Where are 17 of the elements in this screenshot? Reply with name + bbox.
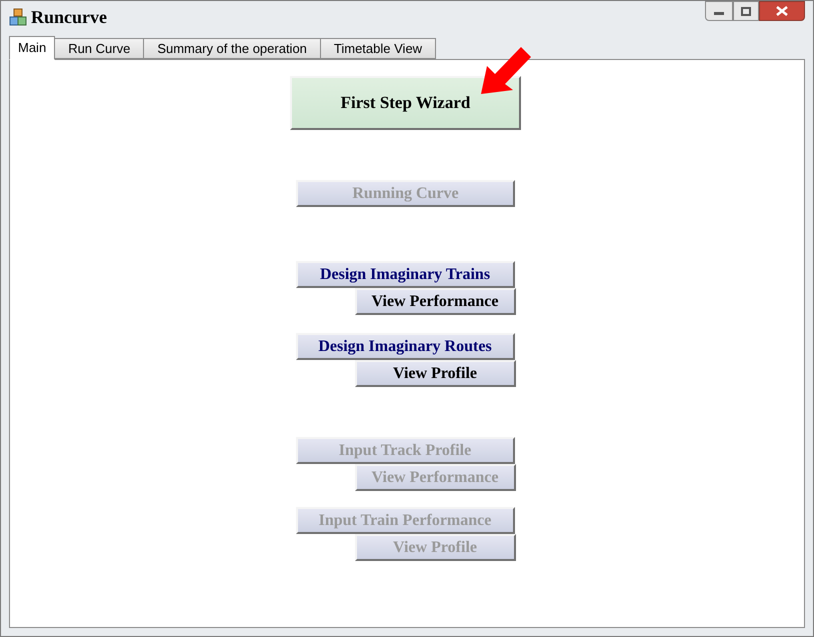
tab[interactable]: Main (9, 36, 56, 60)
minimize-button[interactable] (705, 1, 733, 21)
app-icon (9, 8, 27, 26)
action-button[interactable]: Design Imaginary Trains (296, 261, 514, 288)
close-button[interactable] (759, 1, 805, 21)
close-icon (776, 6, 788, 16)
maximize-icon (741, 6, 751, 16)
maximize-button[interactable] (733, 1, 759, 21)
tab[interactable]: Timetable View (320, 38, 436, 59)
action-button[interactable]: View Performance (354, 288, 516, 315)
action-button[interactable]: View Profile (354, 360, 516, 387)
arrow-icon (479, 44, 533, 96)
tab[interactable]: Run Curve (54, 38, 144, 59)
window-title: Runcurve (31, 6, 107, 28)
wizard-button[interactable]: First Step Wizard (290, 76, 521, 130)
tab[interactable]: Summary of the operation (143, 38, 321, 59)
action-button[interactable]: Design Imaginary Routes (296, 333, 514, 360)
